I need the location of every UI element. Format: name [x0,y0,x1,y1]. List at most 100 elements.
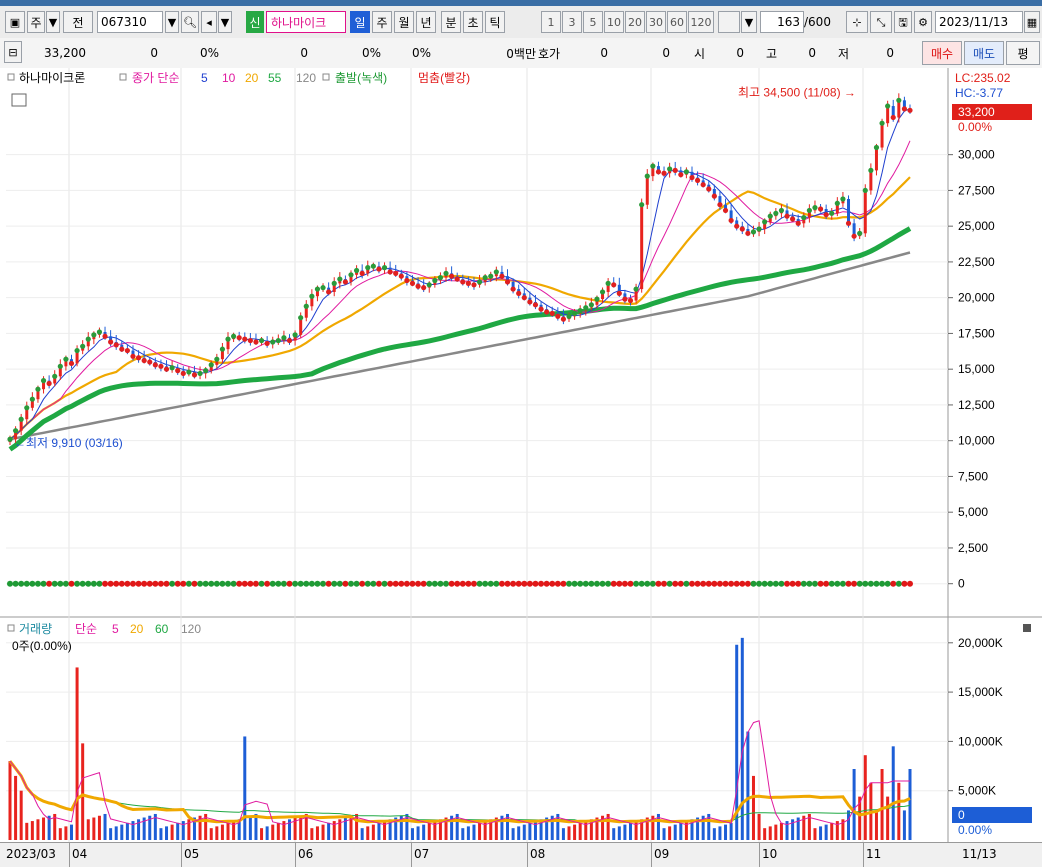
volume-bar [623,824,627,840]
date-input[interactable]: 2023/11/13 [935,11,1023,33]
interval-1[interactable]: 1 [541,11,561,33]
quote-open: 0 [736,46,744,60]
period-select[interactable]: 주 [27,11,45,33]
signal-dot [303,303,309,309]
signal-dot [331,280,337,286]
gear-icon[interactable]: ⚙ [914,11,932,33]
avg-price-button[interactable]: 평 [1006,41,1040,65]
period-button-2[interactable]: 월 [394,11,414,33]
signal-bar-dot [588,580,595,587]
signal-dot [102,333,108,339]
signal-dot [186,369,192,375]
signal-dot [806,207,812,214]
signal-bar-dot [57,580,64,587]
period-button-6[interactable]: 틱 [485,11,505,33]
volume-bar [517,826,521,840]
signal-bar-dot [230,580,237,587]
volume-bar [819,826,823,840]
signal-bar-dot [789,580,796,587]
interval-20[interactable]: 20 [625,11,645,33]
signal-bar-dot [85,580,92,587]
signal-dot [510,286,516,292]
signal-dot [119,346,125,352]
signal-bar-dot [688,580,695,587]
period-button-1[interactable]: 주 [372,11,392,33]
bar-count-input[interactable]: 163 [760,11,804,33]
signal-bar-dot [599,580,606,587]
prev-stock-icon[interactable]: ◂ [201,11,217,33]
volume-bar [86,819,90,840]
period-dropdown-icon[interactable]: ▼ [46,11,60,33]
calendar-icon[interactable]: ▦ [1024,11,1040,33]
signal-bar-dot [347,580,354,587]
chart-area[interactable]: 30,000 27,500 25,000 22,500 20,000 17,500 15,0… [0,68,1042,842]
volume-bar [478,822,482,840]
signal-bar-dot [219,580,226,587]
signal-bar-dot [610,580,617,587]
interval-10[interactable]: 10 [604,11,624,33]
signal-bar-dot [532,580,539,587]
interval-5[interactable]: 5 [583,11,603,33]
signal-bar-dot [275,580,282,587]
signal-dot [309,293,315,299]
code-dropdown-icon[interactable]: ▼ [165,11,179,33]
signal-bar-dot [672,580,679,587]
new-badge[interactable]: 신 [246,11,264,33]
trend-tool-icon[interactable]: ⤡ [870,11,892,33]
interval-3[interactable]: 3 [562,11,582,33]
signal-bar-dot [890,580,897,587]
volume-bar [92,817,96,840]
interval-30[interactable]: 30 [646,11,666,33]
signal-bar-dot [683,580,690,587]
signal-dot [242,336,248,342]
signal-bar-dot [264,580,271,587]
buy-button[interactable]: 매수 [922,41,962,65]
volume-bar [19,790,23,840]
volume-bar [360,828,364,840]
period-button-3[interactable]: 년 [416,11,436,33]
volume-bar [36,819,40,840]
signal-bar-dot [554,580,561,587]
crosshair-icon[interactable]: ⊹ [846,11,868,33]
signal-dot [96,329,103,335]
signal-dot [270,339,276,345]
signal-dot [476,279,483,285]
price-volume-chart[interactable]: 30,000 27,500 25,000 22,500 20,000 17,500 15,0… [0,68,1042,842]
period-button-4[interactable]: 분 [441,11,461,33]
custom-interval-input[interactable] [718,11,740,33]
signal-dot [605,280,611,286]
adjust-select[interactable]: 전 [63,11,93,33]
signal-bar-dot [364,580,371,587]
quote-amount: 0백만 [506,46,536,61]
custom-interval-dropdown-icon[interactable]: ▼ [741,11,757,33]
quote-change: 0 [150,46,158,60]
signal-dot [611,282,617,288]
signal-bar-dot [493,580,500,587]
signal-dot [599,289,606,295]
sell-button[interactable]: 매도 [964,41,1004,65]
period-button-5[interactable]: 초 [463,11,483,33]
volume-bar [366,826,370,840]
stock-menu-dropdown-icon[interactable]: ▼ [218,11,232,33]
bar-count-total: /600 [804,15,831,29]
signal-dot [398,273,404,279]
signal-bar-dot [29,580,36,587]
signal-bar-dot [359,580,366,587]
signal-dot [683,169,689,175]
search-icon[interactable]: 🔍︎ [181,11,199,33]
interval-60[interactable]: 60 [667,11,687,33]
signal-bar-dot [739,580,746,587]
low-annotation: ←최저 9,910 (03/16) [14,436,123,450]
signal-bar-dot [593,580,600,587]
save-icon[interactable]: 🖫 [894,11,912,33]
window-icon[interactable]: ▣ [5,11,25,33]
stock-name[interactable]: 하나마이크 [266,11,346,33]
signal-dot [588,302,594,308]
signal-dot [885,103,891,109]
interval-120[interactable]: 120 [688,11,714,33]
volume-bar [561,828,565,840]
signal-bar-dot [470,580,477,587]
stock-code-input[interactable]: 067310 [97,11,163,33]
period-button-0[interactable]: 일 [350,11,370,33]
signal-bar-dot [700,580,707,587]
